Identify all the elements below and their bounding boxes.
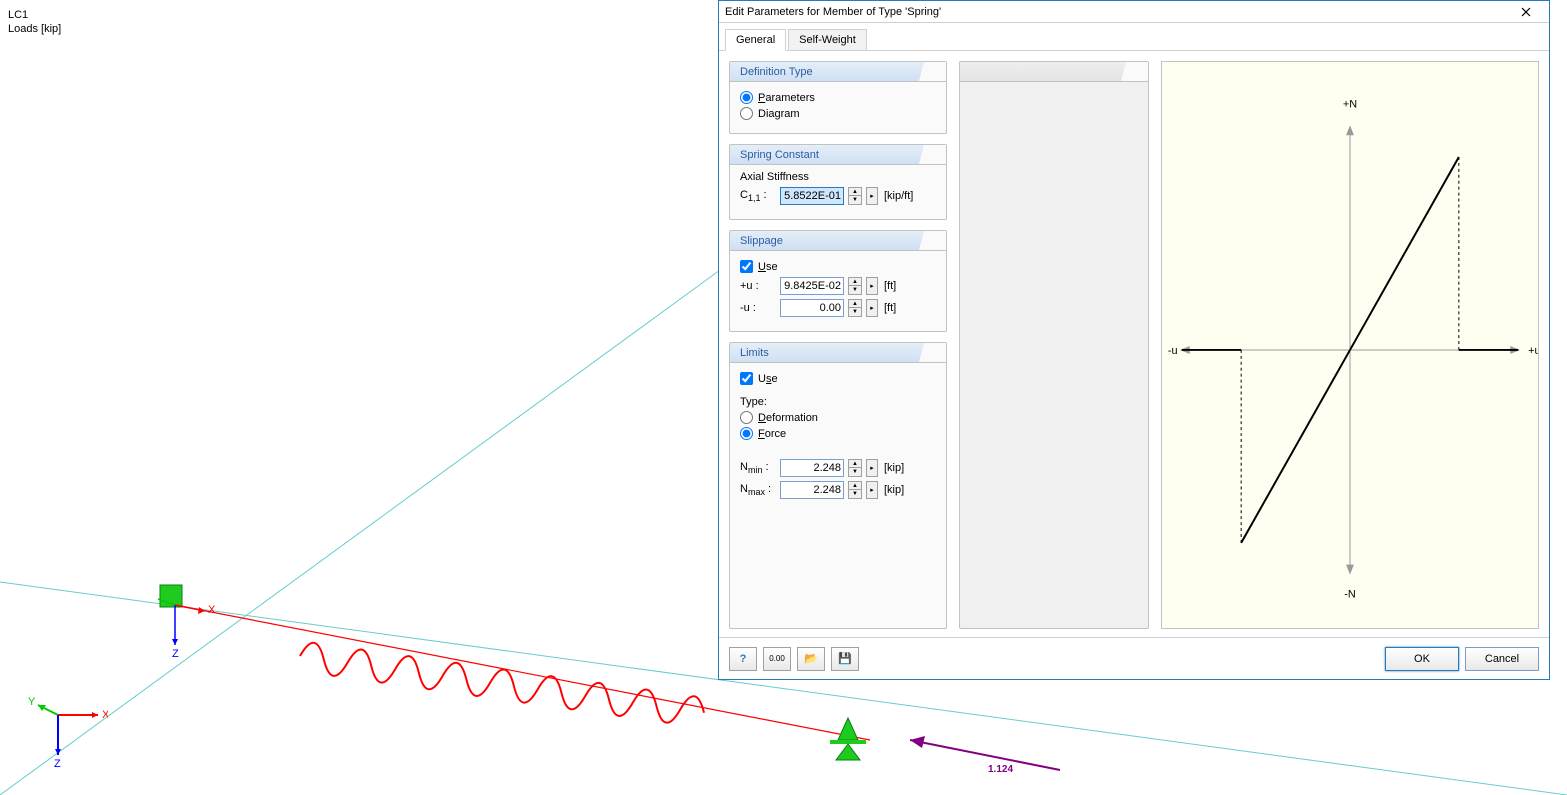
spin-down-icon[interactable]: ▼ [849,286,861,294]
dialog-footer: ? 0.00 📂 💾 OK Cancel [719,637,1549,679]
radio-deformation-label[interactable]: Deformation [758,412,818,424]
diagram-mn-label: -N [1344,588,1355,600]
c11-picker[interactable]: ▸ [866,187,878,205]
axis-triad: X Y Z [28,695,108,775]
node-axis-z: Z [172,648,179,660]
mu-spinner[interactable]: ▲▼ [848,299,862,317]
pu-picker[interactable]: ▸ [866,277,878,295]
dialog-title: Edit Parameters for Member of Type 'Spri… [725,6,1509,18]
spin-down-icon[interactable]: ▼ [849,490,861,498]
nmax-unit: [kip] [884,484,904,496]
cancel-button[interactable]: Cancel [1465,647,1539,671]
pu-label: +u : [740,280,776,292]
radio-diagram[interactable] [740,107,753,120]
edit-parameters-dialog: Edit Parameters for Member of Type 'Spri… [718,0,1550,680]
mu-unit: [ft] [884,302,896,314]
group-header-spring: Spring Constant [730,145,946,165]
folder-icon: 📂 [804,652,818,665]
nmax-spinner[interactable]: ▲▼ [848,481,862,499]
loads-label: Loads [kip] [8,22,61,36]
diagram-pn-label: +N [1343,99,1357,111]
nmin-unit: [kip] [884,462,904,474]
slippage-use-label[interactable]: Use [758,261,778,273]
c11-unit: [kip/ft] [884,190,913,202]
loadcase-label: LC1 [8,8,61,22]
radio-force-label[interactable]: Force [758,428,786,440]
diagram-pu-label: +u [1528,345,1538,357]
ok-button[interactable]: OK [1385,647,1459,671]
checkbox-limits-use[interactable] [740,372,753,385]
nmin-label: Nmin : [740,461,776,475]
spin-down-icon[interactable]: ▼ [849,468,861,476]
c11-label: C1,1 : [740,189,776,203]
pu-unit: [ft] [884,280,896,292]
help-icon: ? [740,653,747,665]
help-button[interactable]: ? [729,647,757,671]
units-icon: 0.00 [769,654,785,663]
c11-input[interactable] [780,187,844,205]
viewport-label: LC1 Loads [kip] [8,8,61,37]
units-button[interactable]: 0.00 [763,647,791,671]
group-header-limits: Limits [730,343,946,363]
radio-parameters[interactable] [740,91,753,104]
node-axis-x: X [208,604,216,616]
radio-deformation[interactable] [740,411,753,424]
group-spring-constant: Spring Constant Axial Stiffness C1,1 : ▲… [729,144,947,220]
close-icon [1521,7,1531,17]
spin-up-icon[interactable]: ▲ [849,460,861,468]
group-definition-type: Definition Type PParametersarameters Dia… [729,61,947,134]
diagram-svg: +N -N +u -u [1162,62,1538,628]
axis-x-label: X [102,709,108,721]
checkbox-slippage-use[interactable] [740,260,753,273]
group-empty [959,61,1149,629]
tab-self-weight[interactable]: Self-Weight [788,29,867,50]
axis-z-label: Z [54,758,61,770]
nmin-input[interactable] [780,459,844,477]
mu-label: -u : [740,302,776,314]
c11-spinner[interactable]: ▲▼ [848,187,862,205]
diagram-mu-label: -u [1168,345,1178,357]
spin-up-icon[interactable]: ▲ [849,482,861,490]
group-header-empty [960,62,1148,82]
mu-picker[interactable]: ▸ [866,299,878,317]
spin-up-icon[interactable]: ▲ [849,300,861,308]
save-icon: 💾 [838,652,852,665]
tab-general[interactable]: General [725,29,786,51]
pu-input[interactable] [780,277,844,295]
nmax-input[interactable] [780,481,844,499]
close-button[interactable] [1509,2,1543,22]
dialog-titlebar[interactable]: Edit Parameters for Member of Type 'Spri… [719,1,1549,23]
limits-type-label: Type: [740,396,936,408]
nmin-picker[interactable]: ▸ [866,459,878,477]
spin-up-icon[interactable]: ▲ [849,278,861,286]
group-limits: Limits Use Type: Deformation [729,342,947,629]
group-header-slippage: Slippage [730,231,946,251]
pu-spinner[interactable]: ▲▼ [848,277,862,295]
mu-input[interactable] [780,299,844,317]
radio-diagram-label[interactable]: Diagram [758,108,800,120]
radio-parameters-label[interactable]: PParametersarameters [758,92,815,104]
axial-stiffness-label: Axial Stiffness [740,171,936,183]
tab-bar: General Self-Weight [719,23,1549,51]
limits-use-label[interactable]: Use [758,373,778,385]
nmax-label: Nmax : [740,483,776,497]
force-value-label: 1.124 [988,764,1013,775]
node-triad: X Z [150,585,220,685]
radio-force[interactable] [740,427,753,440]
nmax-picker[interactable]: ▸ [866,481,878,499]
spin-down-icon[interactable]: ▼ [849,196,861,204]
group-slippage: Slippage Use +u : ▲▼ ▸ [ft] [729,230,947,332]
save-button[interactable]: 💾 [831,647,859,671]
spin-up-icon[interactable]: ▲ [849,188,861,196]
nmin-spinner[interactable]: ▲▼ [848,459,862,477]
spring-diagram: +N -N +u -u [1161,61,1539,629]
open-button[interactable]: 📂 [797,647,825,671]
spin-down-icon[interactable]: ▼ [849,308,861,316]
group-header-definition: Definition Type [730,62,946,82]
axis-y-label: Y [28,696,36,708]
